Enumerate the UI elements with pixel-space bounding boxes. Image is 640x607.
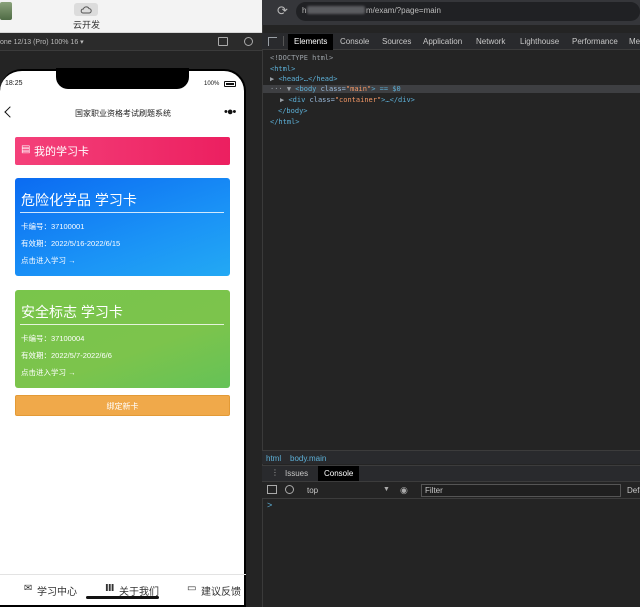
console-prompt[interactable]: > xyxy=(267,500,272,510)
collapse-icon[interactable]: ··· ▼ xyxy=(270,85,291,93)
expand-icon[interactable]: ▶ xyxy=(280,96,284,104)
toolbar-divider xyxy=(283,36,284,46)
feedback-icon: ▭ xyxy=(187,583,197,594)
home-indicator xyxy=(86,596,159,599)
page-title: 国家职业资格考试刷题系统 xyxy=(75,109,171,118)
dom-html-open[interactable]: <html> xyxy=(270,65,295,73)
battery-percent: 100% xyxy=(204,81,220,87)
tab-sources[interactable]: Sources xyxy=(382,37,411,46)
dom-div-attr: class= xyxy=(305,96,335,104)
url-text: m/exam/?page=main xyxy=(366,6,441,15)
bind-new-card-label: 绑定新卡 xyxy=(106,402,139,411)
tab-lighthouse[interactable]: Lighthouse xyxy=(520,37,559,46)
device-selector[interactable]: one 12/13 (Pro) 100% 16 ▾ xyxy=(0,38,84,46)
tab-performance[interactable]: Performance xyxy=(572,37,618,46)
device-frame-icon[interactable] xyxy=(218,37,228,46)
filter-placeholder: Filter xyxy=(425,486,443,495)
book-icon: ✉ xyxy=(24,583,33,594)
avatar[interactable] xyxy=(0,2,12,20)
tab-more[interactable]: Me xyxy=(629,37,640,46)
expand-icon[interactable]: ▶ xyxy=(270,75,274,83)
my-cards-label: 我的学习卡 xyxy=(34,146,89,158)
breadcrumb-html[interactable]: html xyxy=(266,454,281,463)
tab-study-center[interactable]: 学习中心 xyxy=(37,583,77,598)
inspect-icon[interactable] xyxy=(268,37,277,46)
card-divider xyxy=(20,324,224,325)
cloud-dev-button[interactable] xyxy=(74,3,98,16)
context-select[interactable]: top xyxy=(307,486,318,495)
card-title: 安全标志 学习卡 xyxy=(21,304,123,320)
rotate-icon[interactable] xyxy=(244,37,253,46)
dom-container-node[interactable]: ▶ <div class="container">…</div> xyxy=(280,96,415,104)
dom-body-attr: class= xyxy=(316,85,346,93)
tabbar-divider xyxy=(0,574,246,575)
dom-head-node[interactable]: ▶ <head>…</head> xyxy=(270,75,337,83)
dom-head-tag: <head> xyxy=(278,75,304,83)
dom-body-val: "main" xyxy=(345,85,372,93)
cloud-dev-label: 云开发 xyxy=(73,20,101,30)
card-icon: ▤ xyxy=(21,144,31,155)
dom-body-rest: > == $0 xyxy=(371,85,401,93)
tab-application[interactable]: Application xyxy=(423,37,462,46)
card-number: 卡编号：37100001 xyxy=(21,222,85,231)
clear-console-icon[interactable] xyxy=(285,485,294,494)
more-icon[interactable]: ⋮ xyxy=(271,469,279,477)
more-menu-icon[interactable]: •●• xyxy=(224,106,236,118)
cloud-icon xyxy=(80,5,92,13)
dom-body-node[interactable]: ··· ▼ <body class="main"> == $0 xyxy=(263,85,640,93)
battery-icon xyxy=(224,81,236,87)
card-divider xyxy=(20,212,224,213)
dom-div-tag: <div xyxy=(288,96,306,104)
card-validity: 有效期：2022/5/7-2022/6/6 xyxy=(21,351,112,360)
dom-div-rest: >…</div> xyxy=(381,96,415,104)
tab-feedback[interactable]: 建议反馈 xyxy=(201,583,241,598)
card-enter-link[interactable]: 点击进入学习 → xyxy=(21,255,76,266)
card-number: 卡编号：37100004 xyxy=(21,334,85,343)
breadcrumb-body[interactable]: body.main xyxy=(290,454,326,463)
status-time: 18:25 xyxy=(5,80,23,87)
tab-network[interactable]: Network xyxy=(476,37,505,46)
dom-body-tag: <body xyxy=(295,85,317,93)
url-redacted xyxy=(307,6,365,14)
tab-elements[interactable]: Elements xyxy=(288,34,334,50)
devtools-panel xyxy=(262,25,640,607)
dom-head-close: …</head> xyxy=(303,75,338,83)
tab-issues[interactable]: Issues xyxy=(285,469,308,478)
dom-div-val: "container" xyxy=(334,96,382,104)
simulator-toolbar xyxy=(0,0,262,33)
dom-doctype[interactable]: <!DOCTYPE html> xyxy=(270,54,333,62)
chevron-down-icon[interactable]: ▼ xyxy=(383,486,390,493)
log-levels-select[interactable]: Defa xyxy=(627,486,640,495)
app-window: 云开发 ⟳ h m/exam/?page=main one 12/13 (Pro… xyxy=(0,0,640,607)
tab-drawer-console[interactable]: Console xyxy=(318,466,360,481)
reload-icon[interactable]: ⟳ xyxy=(277,4,291,18)
tab-console[interactable]: Console xyxy=(340,37,369,46)
card-enter-link[interactable]: 点击进入学习 → xyxy=(21,367,76,378)
sidebar-toggle-icon[interactable] xyxy=(267,485,277,494)
library-icon: Ⅲ xyxy=(105,583,115,594)
filter-input[interactable] xyxy=(421,484,621,497)
url-prefix: h xyxy=(302,6,307,15)
card-title: 危险化学品 学习卡 xyxy=(21,192,137,208)
phone-notch xyxy=(56,68,189,89)
eye-icon[interactable]: ◉ xyxy=(400,485,408,496)
dom-body-close[interactable]: </body> xyxy=(278,107,308,115)
dom-html-close[interactable]: </html> xyxy=(270,118,300,126)
card-validity: 有效期：2022/5/16-2022/6/15 xyxy=(21,239,121,248)
